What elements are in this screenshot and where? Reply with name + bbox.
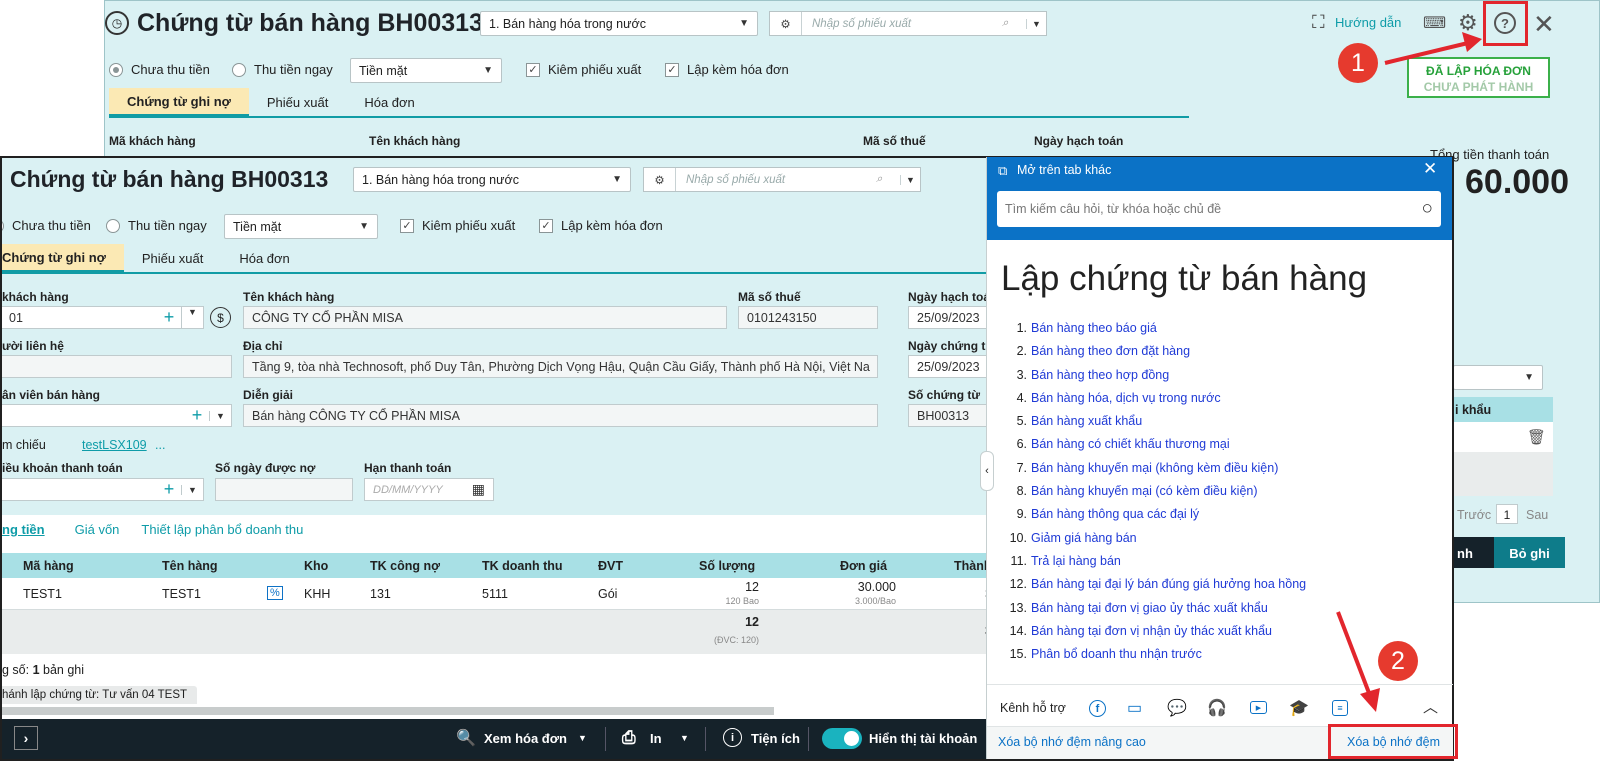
callout-arrows	[1336, 32, 1482, 712]
callout-badge-2: 2	[1378, 641, 1418, 681]
arrow-1-head	[1462, 32, 1482, 52]
arrow-1-line	[1384, 41, 1469, 65]
arrow-2-line	[1336, 611, 1371, 694]
callout-badge-1: 1	[1338, 43, 1378, 83]
arrow-2-head	[1360, 688, 1380, 712]
